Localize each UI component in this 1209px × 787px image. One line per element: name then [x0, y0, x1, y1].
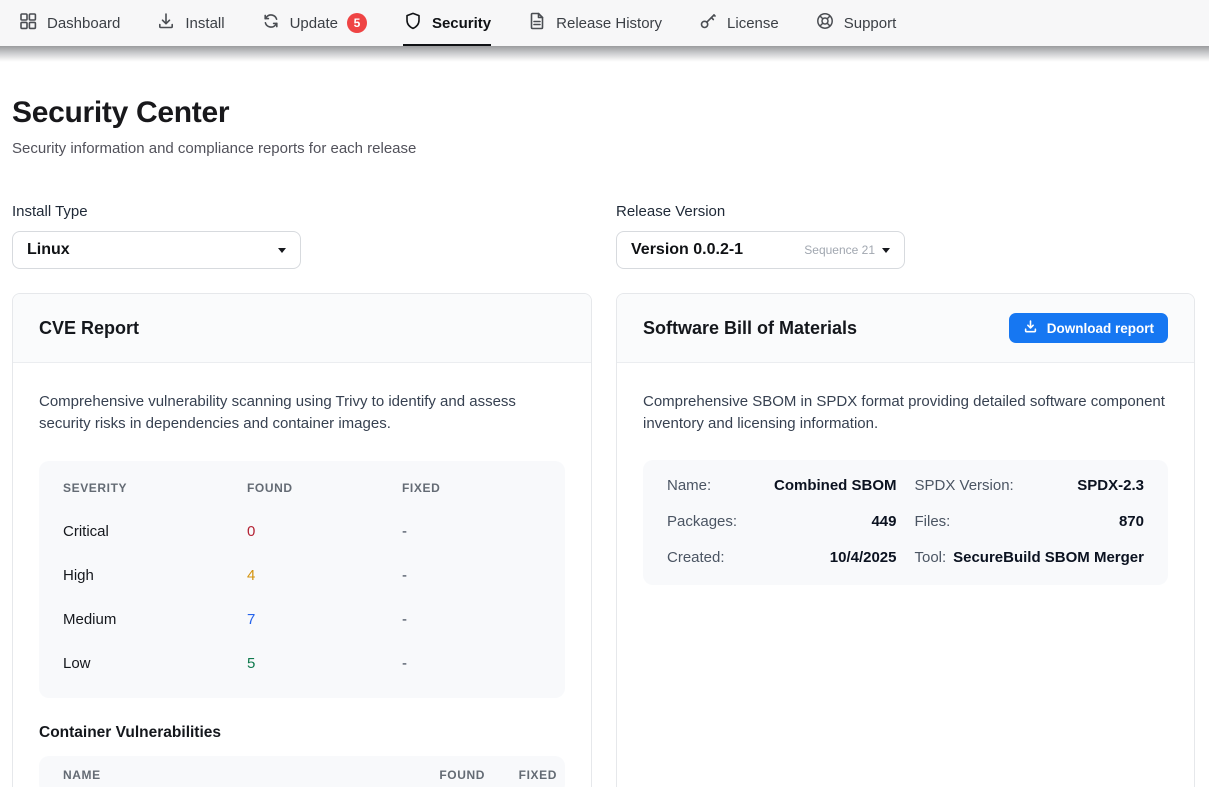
column-header-name: NAME [63, 768, 409, 782]
release-version-select[interactable]: Version 0.0.2-1 Sequence 21 [616, 231, 905, 269]
release-version-label: Release Version [616, 203, 1195, 220]
sbom-card-header: Software Bill of Materials Download repo… [617, 294, 1194, 363]
column-header-found: FOUND [409, 768, 485, 782]
sbom-detail-packages: Packages: 449 [667, 513, 897, 530]
column-header-fixed: FIXED [402, 481, 541, 495]
sbom-detail-spdx-version: SPDX Version: SPDX-2.3 [915, 477, 1145, 494]
dashboard-icon [18, 11, 38, 35]
nav-label: Install [185, 15, 224, 32]
key-icon [698, 11, 718, 35]
container-vulnerabilities-header: NAME FOUND FIXED [39, 756, 565, 787]
sbom-detail-name: Name: Combined SBOM [667, 477, 897, 494]
nav-label: Release History [556, 15, 662, 32]
fixed-count: - [402, 655, 541, 672]
column-header-found: FOUND [247, 481, 402, 495]
severity-table-header: SEVERITY FOUND FIXED [39, 481, 565, 495]
sbom-detail-created: Created: 10/4/2025 [667, 549, 897, 566]
release-version-field: Release Version Version 0.0.2-1 Sequence… [616, 203, 1195, 269]
found-count: 4 [247, 567, 402, 584]
nav-item-release-history[interactable]: Release History [527, 0, 662, 46]
sequence-hint: Sequence 21 [804, 243, 875, 257]
found-count: 7 [247, 611, 402, 628]
sbom-description: Comprehensive SBOM in SPDX format provid… [643, 391, 1168, 435]
nav-scroll-shadow [0, 46, 1209, 62]
sbom-card: Software Bill of Materials Download repo… [616, 293, 1195, 787]
cve-description: Comprehensive vulnerability scanning usi… [39, 391, 565, 435]
download-icon [1023, 319, 1038, 337]
cve-card-header: CVE Report [13, 294, 591, 363]
container-vulnerabilities-title: Container Vulnerabilities [39, 724, 565, 742]
sbom-card-title: Software Bill of Materials [643, 318, 857, 339]
download-icon [156, 11, 176, 35]
nav-label: License [727, 15, 779, 32]
sbom-detail-tool: Tool: SecureBuild SBOM Merger [915, 549, 1145, 566]
filters-row: Install Type Linux Release Version Versi… [12, 203, 1195, 269]
download-report-label: Download report [1047, 321, 1154, 336]
nav-item-dashboard[interactable]: Dashboard [18, 0, 120, 46]
nav-item-security[interactable]: Security [403, 0, 491, 46]
refresh-icon [261, 11, 281, 35]
nav-item-support[interactable]: Support [815, 0, 897, 46]
document-icon [527, 11, 547, 35]
release-version-value: Version 0.0.2-1 [631, 241, 743, 259]
install-type-value: Linux [27, 241, 70, 259]
install-type-select[interactable]: Linux [12, 231, 301, 269]
fixed-count: - [402, 523, 541, 540]
cve-card-title: CVE Report [39, 318, 139, 339]
table-row-low: Low 5 - [39, 642, 565, 686]
install-type-label: Install Type [12, 203, 592, 220]
cve-report-card: CVE Report Comprehensive vulnerability s… [12, 293, 592, 787]
nav-label: Dashboard [47, 15, 120, 32]
nav-label: Support [844, 15, 897, 32]
download-report-button[interactable]: Download report [1009, 313, 1168, 343]
sbom-detail-files: Files: 870 [915, 513, 1145, 530]
found-count: 0 [247, 523, 402, 540]
found-count: 5 [247, 655, 402, 672]
chevron-down-icon [882, 248, 890, 253]
shield-icon [403, 11, 423, 35]
page-title: Security Center [12, 96, 1195, 130]
nav-item-update[interactable]: Update 5 [261, 0, 367, 46]
severity-label: Medium [63, 611, 247, 628]
severity-label: High [63, 567, 247, 584]
chevron-down-icon [278, 248, 286, 253]
nav-item-license[interactable]: License [698, 0, 779, 46]
severity-label: Low [63, 655, 247, 672]
nav-label: Update [290, 15, 338, 32]
column-header-fixed: FIXED [485, 768, 557, 782]
table-row-medium: Medium 7 - [39, 598, 565, 642]
column-header-severity: SEVERITY [63, 481, 247, 495]
fixed-count: - [402, 567, 541, 584]
table-row-critical: Critical 0 - [39, 510, 565, 554]
install-type-field: Install Type Linux [12, 203, 592, 269]
severity-table: SEVERITY FOUND FIXED Critical 0 - High 4… [39, 461, 565, 698]
table-row-high: High 4 - [39, 554, 565, 598]
update-count-badge: 5 [347, 13, 367, 33]
sbom-details: Name: Combined SBOM SPDX Version: SPDX-2… [643, 460, 1168, 585]
top-nav: Dashboard Install Update 5 Security Rele… [0, 0, 1209, 46]
page-subtitle: Security information and compliance repo… [12, 140, 1195, 157]
severity-label: Critical [63, 523, 247, 540]
nav-item-install[interactable]: Install [156, 0, 224, 46]
fixed-count: - [402, 611, 541, 628]
life-buoy-icon [815, 11, 835, 35]
nav-label: Security [432, 15, 491, 32]
